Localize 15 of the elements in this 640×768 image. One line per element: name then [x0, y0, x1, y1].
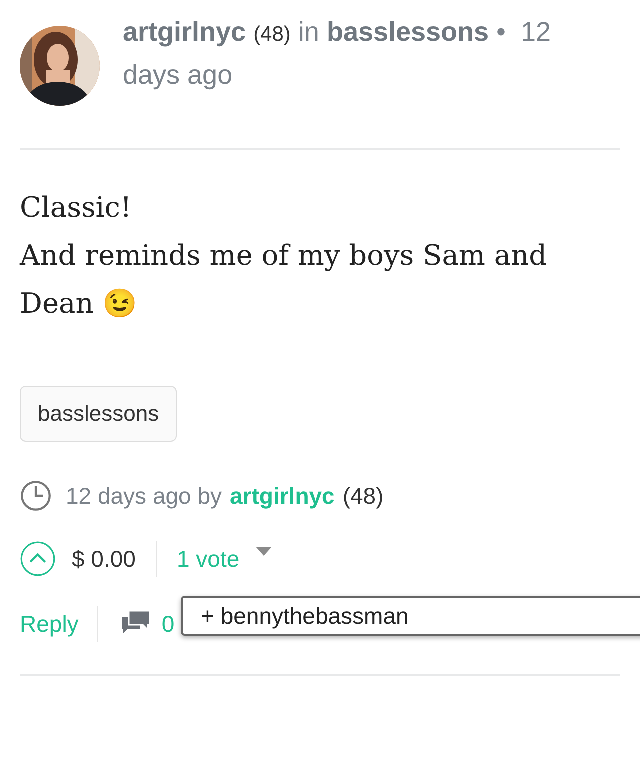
vote-count-link[interactable]: 1 vote	[177, 546, 240, 572]
clock-icon	[20, 480, 52, 512]
timestamp-text: 12 days ago by	[66, 482, 222, 510]
voter-name[interactable]: + bennythebassman	[201, 602, 409, 630]
tag-chip[interactable]: basslessons	[20, 386, 178, 442]
dropdown-caret-icon[interactable]	[256, 547, 272, 557]
comment-text: And reminds me of my boys Sam and Dean 😉	[20, 238, 548, 322]
reputation-text: (48)	[342, 482, 384, 510]
reply-link[interactable]: Reply	[20, 610, 79, 638]
comment-text: Classic!	[20, 190, 133, 226]
author-link[interactable]: artgirlnyc	[230, 482, 335, 510]
upvote-icon[interactable]	[20, 541, 56, 577]
comment-count: 0	[162, 610, 175, 638]
post-byline: artgirlnyc (48) in basslessons • 12 days ago	[123, 16, 552, 92]
payout-amount: $ 0.00	[72, 546, 136, 572]
